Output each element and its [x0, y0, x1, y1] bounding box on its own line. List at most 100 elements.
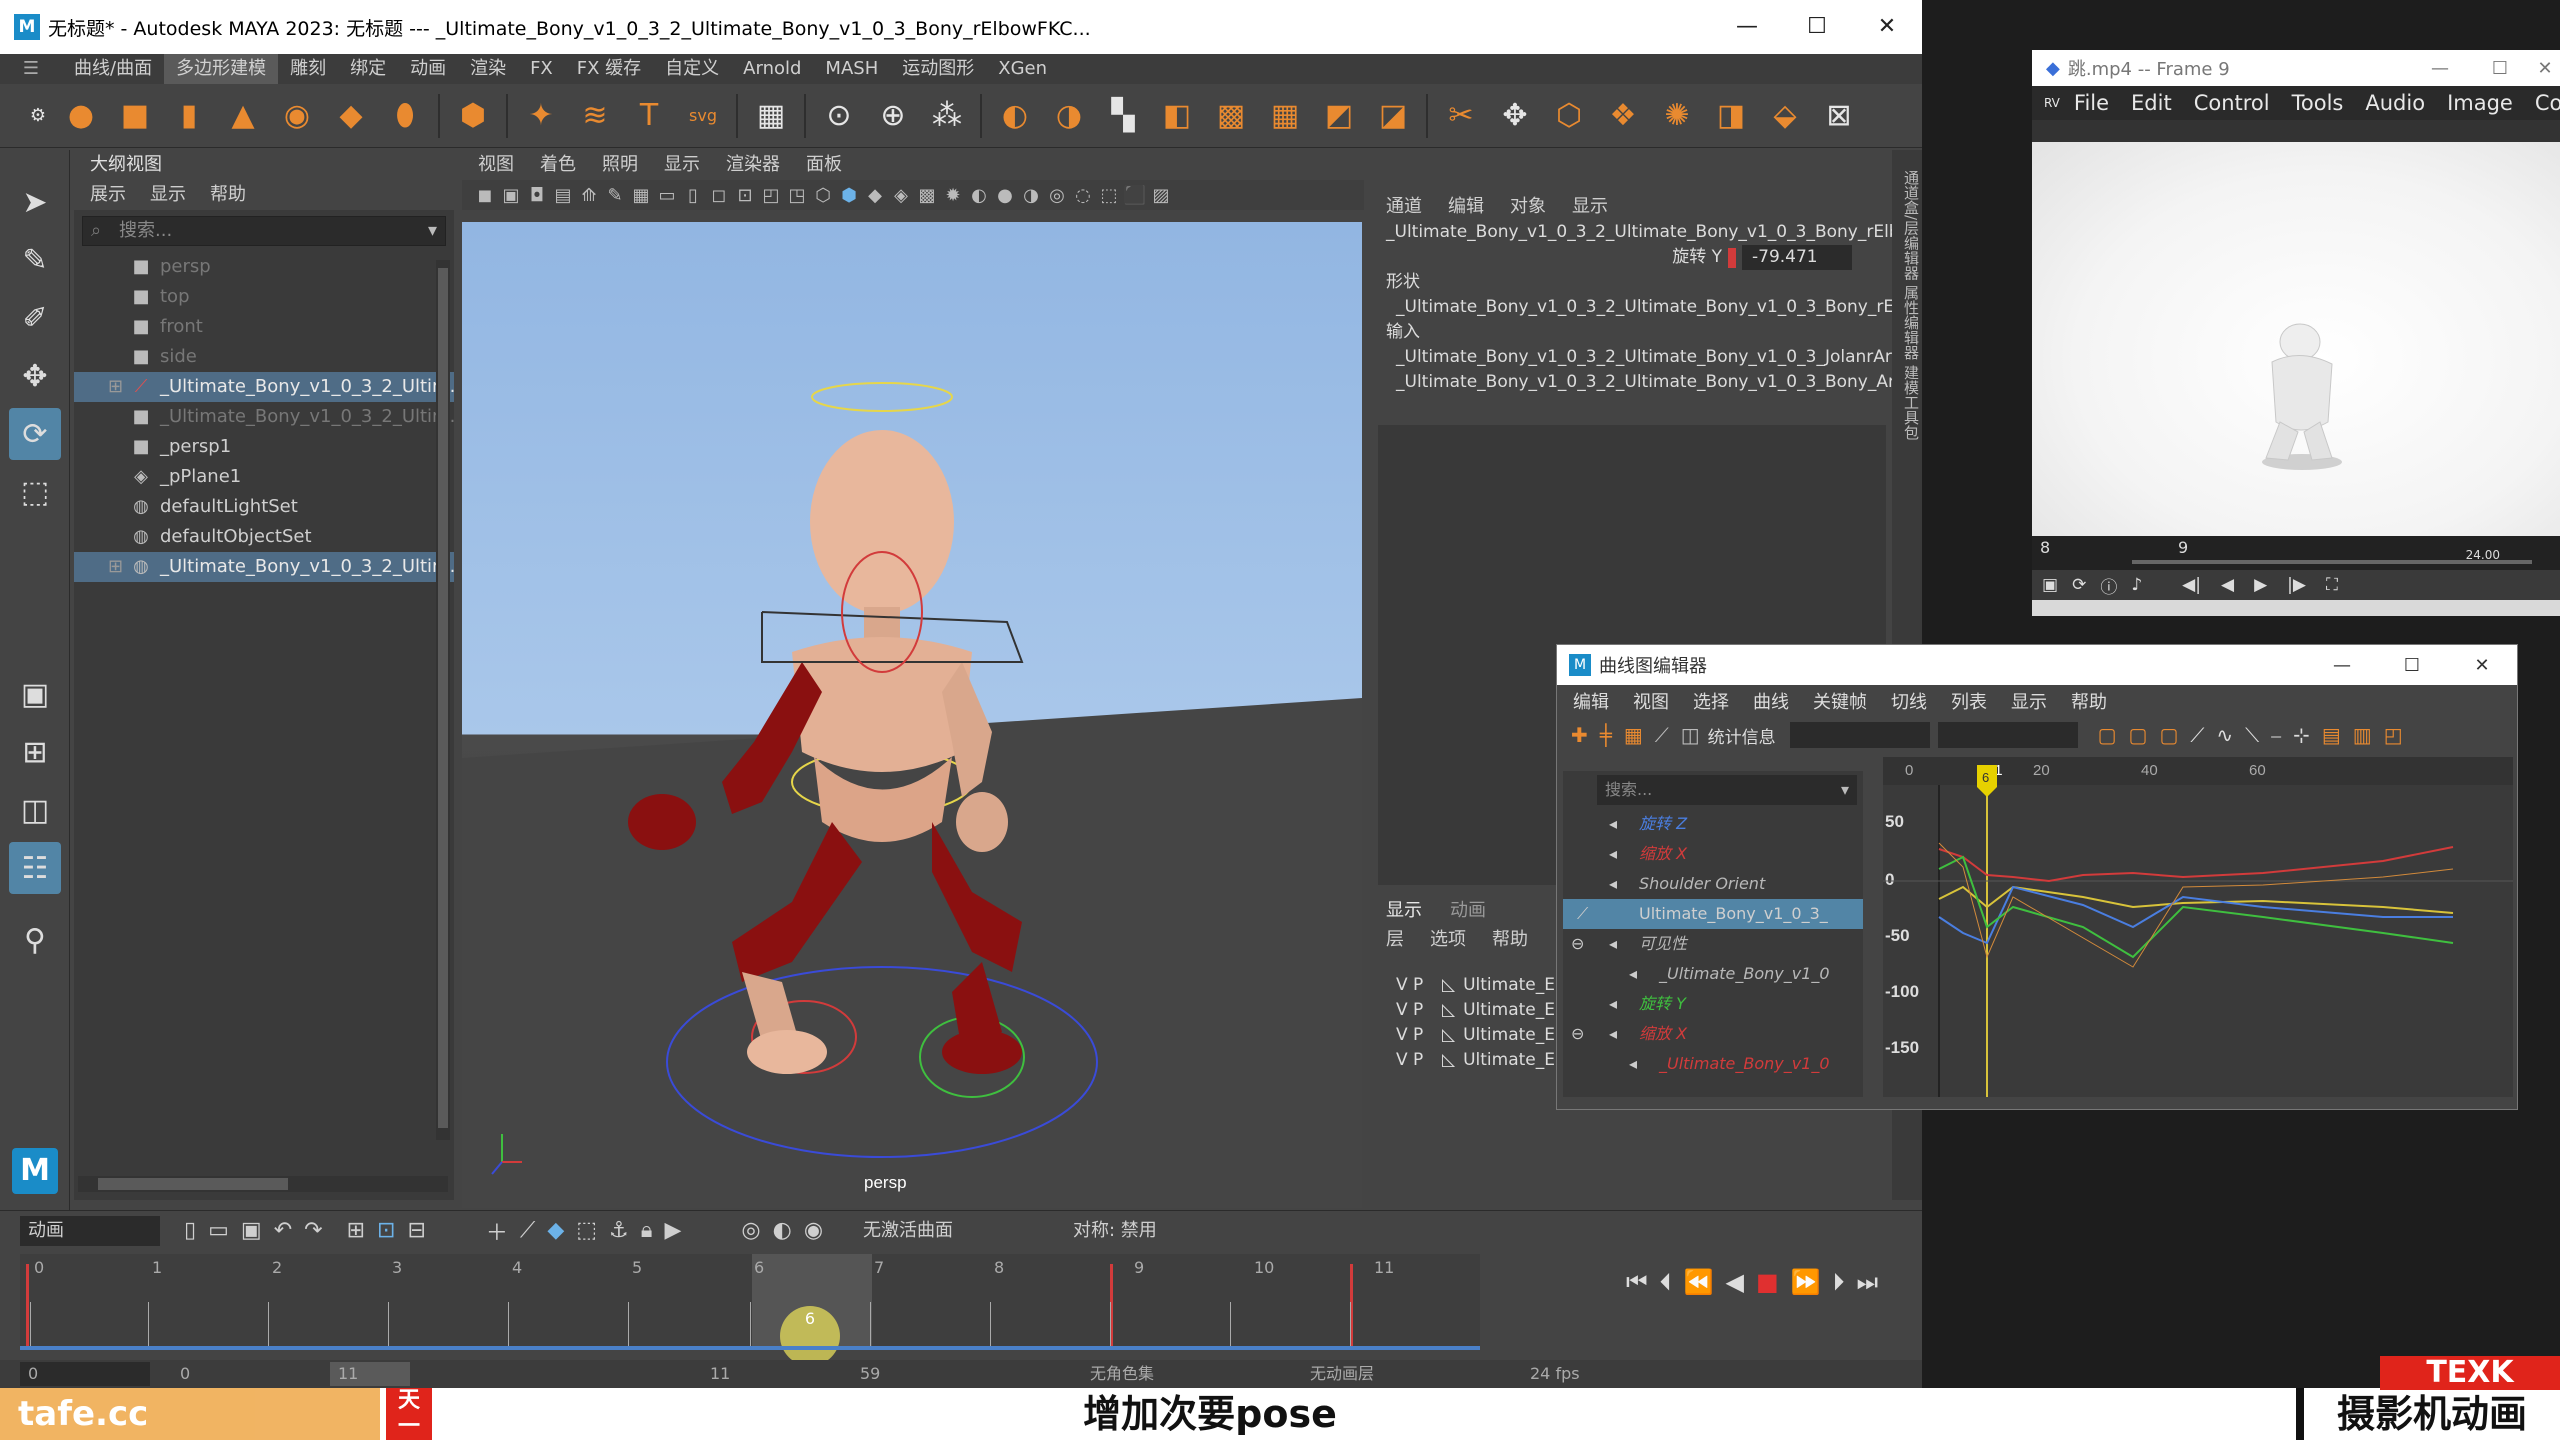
break-tangents-icon[interactable]: ◰: [2384, 723, 2403, 747]
layer-visibility-icon[interactable]: V P: [1396, 998, 1442, 1023]
close-button[interactable]: ✕: [1852, 0, 1922, 54]
ge-menu-show[interactable]: 显示: [2011, 688, 2047, 714]
tab-curves[interactable]: 曲线/曲面: [62, 54, 164, 84]
poly-cylinder-icon[interactable]: ▮: [168, 95, 210, 137]
tab-poly-modeling[interactable]: 多边形建模: [164, 54, 279, 84]
open-scene-icon[interactable]: ▭: [208, 1218, 229, 1243]
select-component-mode-icon[interactable]: ⊟: [407, 1218, 425, 1243]
tab-rigging[interactable]: 绑定: [338, 54, 398, 84]
fv-settings-icon[interactable]: ▣: [2042, 575, 2058, 595]
select-object-icon[interactable]: ⊡: [377, 1218, 395, 1243]
camera-attributes-icon[interactable]: ▣: [498, 185, 524, 206]
image-plane-icon[interactable]: ▤: [550, 185, 576, 206]
tab-arnold[interactable]: Arnold: [731, 54, 813, 84]
ge-channel-scale-x[interactable]: ◂ 缩放 X: [1563, 839, 1863, 869]
keyframe-marker[interactable]: [26, 1264, 29, 1346]
cb-menu-channels[interactable]: 通道: [1386, 192, 1422, 218]
step-forward-key-icon[interactable]: ⏵: [1833, 1268, 1845, 1296]
right-hand[interactable]: [956, 792, 1008, 852]
ge-menu-list[interactable]: 列表: [1951, 688, 1987, 714]
poly-torus-icon[interactable]: ◉: [276, 95, 318, 137]
region-tool-icon[interactable]: ⟋: [1655, 723, 1669, 747]
new-scene-icon[interactable]: ▯: [184, 1218, 196, 1243]
frame-playback-icon[interactable]: ▢: [2129, 723, 2148, 747]
layer-visibility-icon[interactable]: V P: [1396, 1023, 1442, 1048]
select-lasso-icon[interactable]: ⊕: [872, 95, 914, 137]
merge-icon[interactable]: ✺: [1656, 95, 1698, 137]
step-tangent-icon[interactable]: ⊹: [2293, 723, 2310, 747]
safe-action-icon[interactable]: ◰: [758, 185, 784, 206]
motion-blur-icon[interactable]: ◑: [1018, 185, 1044, 206]
buffer-curve-icon[interactable]: ▤: [2322, 723, 2341, 747]
fv-menu-color[interactable]: Color: [2535, 91, 2560, 115]
linear-tangent-icon[interactable]: ⟍: [2245, 723, 2259, 747]
insert-keys-icon[interactable]: ╪: [1600, 723, 1612, 747]
cb-node-name[interactable]: _Ultimate_Bony_v1_0_3_2_Ultimate_Bony_v1…: [1372, 220, 1892, 245]
cb-menu-show[interactable]: 显示: [1572, 192, 1608, 218]
cb-input-1[interactable]: _Ultimate_Bony_v1_0_3_2_Ultimate_Bony_v1…: [1372, 370, 1892, 395]
playback-start-field[interactable]: 0: [180, 1362, 310, 1386]
viewport-menu-shading[interactable]: 着色: [540, 150, 576, 180]
stats-field-1[interactable]: [1789, 722, 1930, 748]
layer-menu-layers[interactable]: 层: [1386, 925, 1404, 951]
layer-visibility-icon[interactable]: V P: [1396, 1048, 1442, 1073]
step-back-frame-icon[interactable]: ⏪: [1684, 1268, 1714, 1296]
layer-tab-anim[interactable]: 动画: [1450, 896, 1486, 922]
head-control-ring[interactable]: [811, 382, 953, 412]
undo-icon[interactable]: ↶: [274, 1218, 292, 1243]
gate-mask-icon[interactable]: ◻: [706, 185, 732, 206]
lattice-deform-icon[interactable]: ▦: [1624, 723, 1643, 747]
outliner-item-persp[interactable]: ■ persp: [74, 252, 454, 282]
type-tool-icon[interactable]: T: [628, 95, 670, 137]
offset-loop-icon[interactable]: ⬙: [1764, 95, 1806, 137]
film-gate-icon[interactable]: ▭: [654, 185, 680, 206]
left-foot[interactable]: [747, 1030, 827, 1074]
ge-maximize-button[interactable]: ☐: [2377, 655, 2447, 676]
left-hand[interactable]: [628, 794, 696, 850]
render-icon[interactable]: ▶: [664, 1218, 681, 1243]
svg-tool-icon[interactable]: svg: [682, 95, 724, 137]
shelf-gear-icon[interactable]: ⚙: [28, 95, 48, 137]
fps-dropdown[interactable]: 24 fps: [1530, 1362, 1660, 1386]
outliner-item-bony-rig[interactable]: ⊞ ⟋ _Ultimate_Bony_v1_0_3_2_Ultim...: [74, 372, 454, 402]
connect-icon[interactable]: ⬡: [1548, 95, 1590, 137]
poly-cube-icon[interactable]: ■: [114, 95, 156, 137]
tab-mash[interactable]: MASH: [813, 54, 890, 84]
xray-joints-icon[interactable]: ⬛: [1122, 185, 1148, 206]
ge-minimize-button[interactable]: —: [2307, 655, 2377, 676]
fv-play-icon[interactable]: ▶: [2254, 575, 2267, 595]
resolution-gate-icon[interactable]: ▯: [680, 185, 706, 206]
cb-shape-name[interactable]: _Ultimate_Bony_v1_0_3_2_Ultimate_Bony_v1…: [1372, 295, 1892, 320]
fv-step-forward-icon[interactable]: |▶: [2287, 575, 2306, 595]
stats-field-2[interactable]: [1937, 722, 2078, 748]
center-view-icon[interactable]: ▢: [2159, 723, 2178, 747]
select-component-icon[interactable]: ⊙: [818, 95, 860, 137]
field-chart-icon[interactable]: ⊡: [732, 185, 758, 206]
viewport-menu-view[interactable]: 视图: [478, 150, 514, 180]
viewport-menu-renderer[interactable]: 渲染器: [726, 150, 780, 180]
lasso-tool-icon[interactable]: ✎: [9, 234, 61, 286]
outliner-item-default-object-set[interactable]: ◍ defaultObjectSet: [74, 522, 454, 552]
outliner-item-persp1[interactable]: ■ _persp1: [74, 432, 454, 462]
wireframe-icon[interactable]: ⬡: [810, 185, 836, 206]
fv-maximize-button[interactable]: ☐: [2470, 58, 2530, 79]
auto-tangent-icon[interactable]: ⟋: [2190, 723, 2204, 747]
ambient-occlusion-icon[interactable]: ●: [992, 185, 1018, 206]
outliner-item-bony-set[interactable]: ⊞ ◍ _Ultimate_Bony_v1_0_3_2_Ultim...: [74, 552, 454, 582]
outliner-vscrollbar[interactable]: [436, 260, 450, 1140]
stop-icon[interactable]: ■: [1756, 1268, 1779, 1296]
spline-tangent-icon[interactable]: ∿: [2216, 723, 2233, 747]
uv-editor-icon[interactable]: ⊠: [1818, 95, 1860, 137]
snap-view-plane-icon[interactable]: ⬚: [576, 1218, 597, 1243]
smooth-shade-icon[interactable]: ⬢: [836, 185, 862, 206]
fv-info-icon[interactable]: ⓘ: [2100, 573, 2117, 598]
collapse-icon[interactable]: ⊖: [1571, 1019, 1584, 1049]
viewport-menu-show[interactable]: 显示: [664, 150, 700, 180]
cb-input-0[interactable]: _Ultimate_Bony_v1_0_3_2_Ultimate_Bony_v1…: [1372, 345, 1892, 370]
fv-loop-icon[interactable]: ⟳: [2072, 575, 2086, 595]
graph-editor-graph[interactable]: 011204060 500-50-100-150 6: [1883, 757, 2513, 1097]
anti-aliasing-icon[interactable]: ◎: [1044, 185, 1070, 206]
ge-node-selected[interactable]: ⟋ Ultimate_Bony_v1_0_3_: [1563, 899, 1863, 929]
rotate-tool-icon[interactable]: ⟳: [9, 408, 61, 460]
curve-red[interactable]: [1938, 846, 2454, 883]
